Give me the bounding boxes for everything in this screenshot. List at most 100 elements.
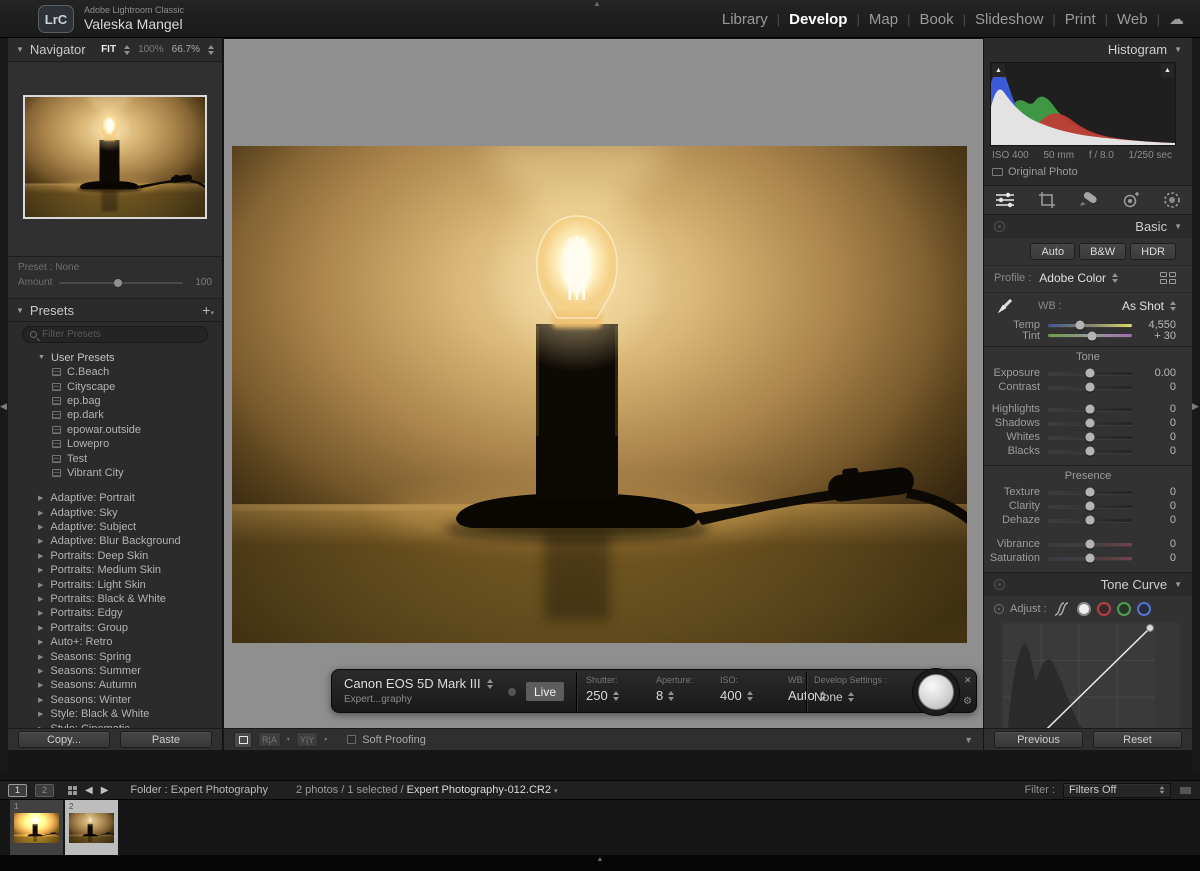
group-collapsed-icon[interactable]: ▶ xyxy=(38,681,43,689)
live-button[interactable]: Live xyxy=(526,682,564,701)
slider-thumb[interactable] xyxy=(1086,405,1095,414)
profile-browser-icon[interactable] xyxy=(1160,272,1176,284)
masking-icon[interactable] xyxy=(1162,190,1182,210)
preset-group[interactable]: ▶ Portraits: Group xyxy=(8,621,222,635)
basic-header[interactable]: Basic ▼ xyxy=(984,215,1192,238)
group-collapsed-icon[interactable]: ▶ xyxy=(38,566,43,574)
preset-item[interactable]: epowar.outside xyxy=(8,423,222,437)
bw-button[interactable]: B&W xyxy=(1079,243,1126,260)
slider-thumb[interactable] xyxy=(1086,369,1095,378)
tint-slider[interactable] xyxy=(1048,334,1132,337)
soft-proofing-checkbox[interactable] xyxy=(347,735,356,744)
module-book[interactable]: Book xyxy=(919,11,953,28)
main-photo[interactable] xyxy=(232,146,967,643)
group-collapsed-icon[interactable]: ▶ xyxy=(38,581,43,589)
bottom-collapse-icon[interactable]: ▲ xyxy=(597,856,604,863)
preset-item[interactable]: Vibrant City xyxy=(8,466,222,480)
navigator-thumbnail[interactable] xyxy=(23,95,207,219)
blue-channel-icon[interactable] xyxy=(1137,602,1151,616)
zoom-spinner-icon[interactable] xyxy=(208,45,214,55)
group-collapsed-icon[interactable]: ▶ xyxy=(38,509,43,517)
filmstrip-thumbnail-2[interactable]: 2 xyxy=(65,800,118,855)
module-develop[interactable]: Develop xyxy=(789,11,847,28)
grid-view-icon[interactable] xyxy=(68,786,77,795)
group-collapsed-icon[interactable]: ▶ xyxy=(38,667,43,675)
close-tether-icon[interactable]: ✕ xyxy=(964,675,972,686)
presence-section-title[interactable]: Presence xyxy=(984,466,1192,485)
tether-settings-icon[interactable]: ⚙ xyxy=(963,696,972,707)
temp-slider-thumb[interactable] xyxy=(1075,321,1084,330)
iso-spinner-icon[interactable] xyxy=(747,691,753,701)
preset-item[interactable]: ep.bag xyxy=(8,394,222,408)
group-expanded-icon[interactable]: ▼ xyxy=(38,354,45,361)
slider-thumb[interactable] xyxy=(1086,502,1095,511)
aperture-spinner-icon[interactable] xyxy=(668,691,674,701)
group-collapsed-icon[interactable]: ▶ xyxy=(38,624,43,632)
red-eye-icon[interactable] xyxy=(1120,192,1140,208)
collapse-left-icon[interactable]: ◀ xyxy=(0,401,7,412)
collapse-right-icon[interactable]: ▶ xyxy=(1192,401,1199,412)
preset-group[interactable]: ▶ Adaptive: Sky xyxy=(8,506,222,520)
preset-group[interactable]: ▶ Adaptive: Subject xyxy=(8,520,222,534)
wb-value[interactable]: As Shot xyxy=(1122,299,1164,313)
tone-curve-header[interactable]: Tone Curve ▼ xyxy=(984,573,1192,596)
profile-spinner-icon[interactable] xyxy=(1112,273,1118,283)
module-web[interactable]: Web xyxy=(1117,11,1148,28)
capture-button[interactable] xyxy=(918,674,954,710)
filter-dropdown[interactable]: Filters Off xyxy=(1063,783,1171,798)
preset-group[interactable]: ▶ Adaptive: Portrait xyxy=(8,491,222,505)
bottom-panel-collapse[interactable]: ▲ xyxy=(0,855,1200,871)
slider-track[interactable] xyxy=(1048,557,1132,560)
slider-track[interactable] xyxy=(1048,543,1132,546)
tone-section-title[interactable]: Tone xyxy=(984,347,1192,366)
slider-thumb[interactable] xyxy=(1086,554,1095,563)
module-library[interactable]: Library xyxy=(722,11,768,28)
group-collapsed-icon[interactable]: ▶ xyxy=(38,552,43,560)
preset-group[interactable]: ▶ Seasons: Winter xyxy=(8,693,222,707)
group-collapsed-icon[interactable]: ▶ xyxy=(38,523,43,531)
tint-slider-thumb[interactable] xyxy=(1087,331,1096,340)
group-collapsed-icon[interactable]: ▶ xyxy=(38,696,43,704)
profile-value[interactable]: Adobe Color xyxy=(1039,271,1106,285)
preset-group[interactable]: ▶ Portraits: Deep Skin xyxy=(8,549,222,563)
camera-name[interactable]: Canon EOS 5D Mark III xyxy=(344,676,481,691)
slider-thumb[interactable] xyxy=(1086,433,1095,442)
slider-thumb[interactable] xyxy=(1086,516,1095,525)
green-channel-icon[interactable] xyxy=(1117,602,1131,616)
presets-collapse-icon[interactable]: ▼ xyxy=(16,306,24,315)
group-collapsed-icon[interactable]: ▶ xyxy=(38,595,43,603)
top-panel-collapse-icon[interactable]: ▲ xyxy=(593,0,601,8)
slider-thumb[interactable] xyxy=(1086,383,1095,392)
navigator-100[interactable]: 100% xyxy=(138,44,164,55)
filmstrip-source[interactable]: Folder : Expert Photography xyxy=(130,784,268,796)
fit-spinner-icon[interactable] xyxy=(124,45,130,55)
crop-icon[interactable] xyxy=(1038,191,1056,209)
group-collapsed-icon[interactable]: ▶ xyxy=(38,609,43,617)
navigator-header[interactable]: ▼ Navigator FIT 100% 66.7% xyxy=(8,38,222,61)
presets-header[interactable]: ▼ Presets +▾ xyxy=(8,299,222,322)
highlight-clipping-icon[interactable]: ▲ xyxy=(1161,64,1174,77)
tone-curve-collapse-icon[interactable]: ▼ xyxy=(1174,580,1182,589)
group-collapsed-icon[interactable]: ▶ xyxy=(38,537,43,545)
next-photo-icon[interactable]: ▶ xyxy=(101,785,109,796)
preset-item[interactable]: Test xyxy=(8,451,222,465)
slider-track[interactable] xyxy=(1048,519,1132,522)
preset-group[interactable]: ▶ Adaptive: Blur Background xyxy=(8,534,222,548)
basic-collapse-icon[interactable]: ▼ xyxy=(1174,222,1182,231)
filmstrip-thumbnail-1[interactable]: 1 xyxy=(10,800,63,855)
module-print[interactable]: Print xyxy=(1065,11,1096,28)
loupe-view-button[interactable] xyxy=(234,732,252,748)
preset-group[interactable]: ▶ Portraits: Medium Skin xyxy=(8,563,222,577)
filter-toggle-icon[interactable] xyxy=(1179,786,1192,795)
second-window-button[interactable]: 2 xyxy=(35,784,54,797)
preset-group[interactable]: ▶ Seasons: Autumn xyxy=(8,678,222,692)
selected-filename[interactable]: Expert Photography-012.CR2 xyxy=(407,784,551,796)
slider-thumb[interactable] xyxy=(1086,488,1095,497)
slider-track[interactable] xyxy=(1048,386,1132,389)
main-window-button[interactable]: 1 xyxy=(8,784,27,797)
before-after-caret2-icon[interactable]: ▾ xyxy=(324,736,327,743)
preset-group[interactable]: ▶ Seasons: Spring xyxy=(8,649,222,663)
add-preset-button[interactable]: +▾ xyxy=(202,302,214,318)
red-channel-icon[interactable] xyxy=(1097,602,1111,616)
point-curve-icon[interactable] xyxy=(1077,602,1091,616)
